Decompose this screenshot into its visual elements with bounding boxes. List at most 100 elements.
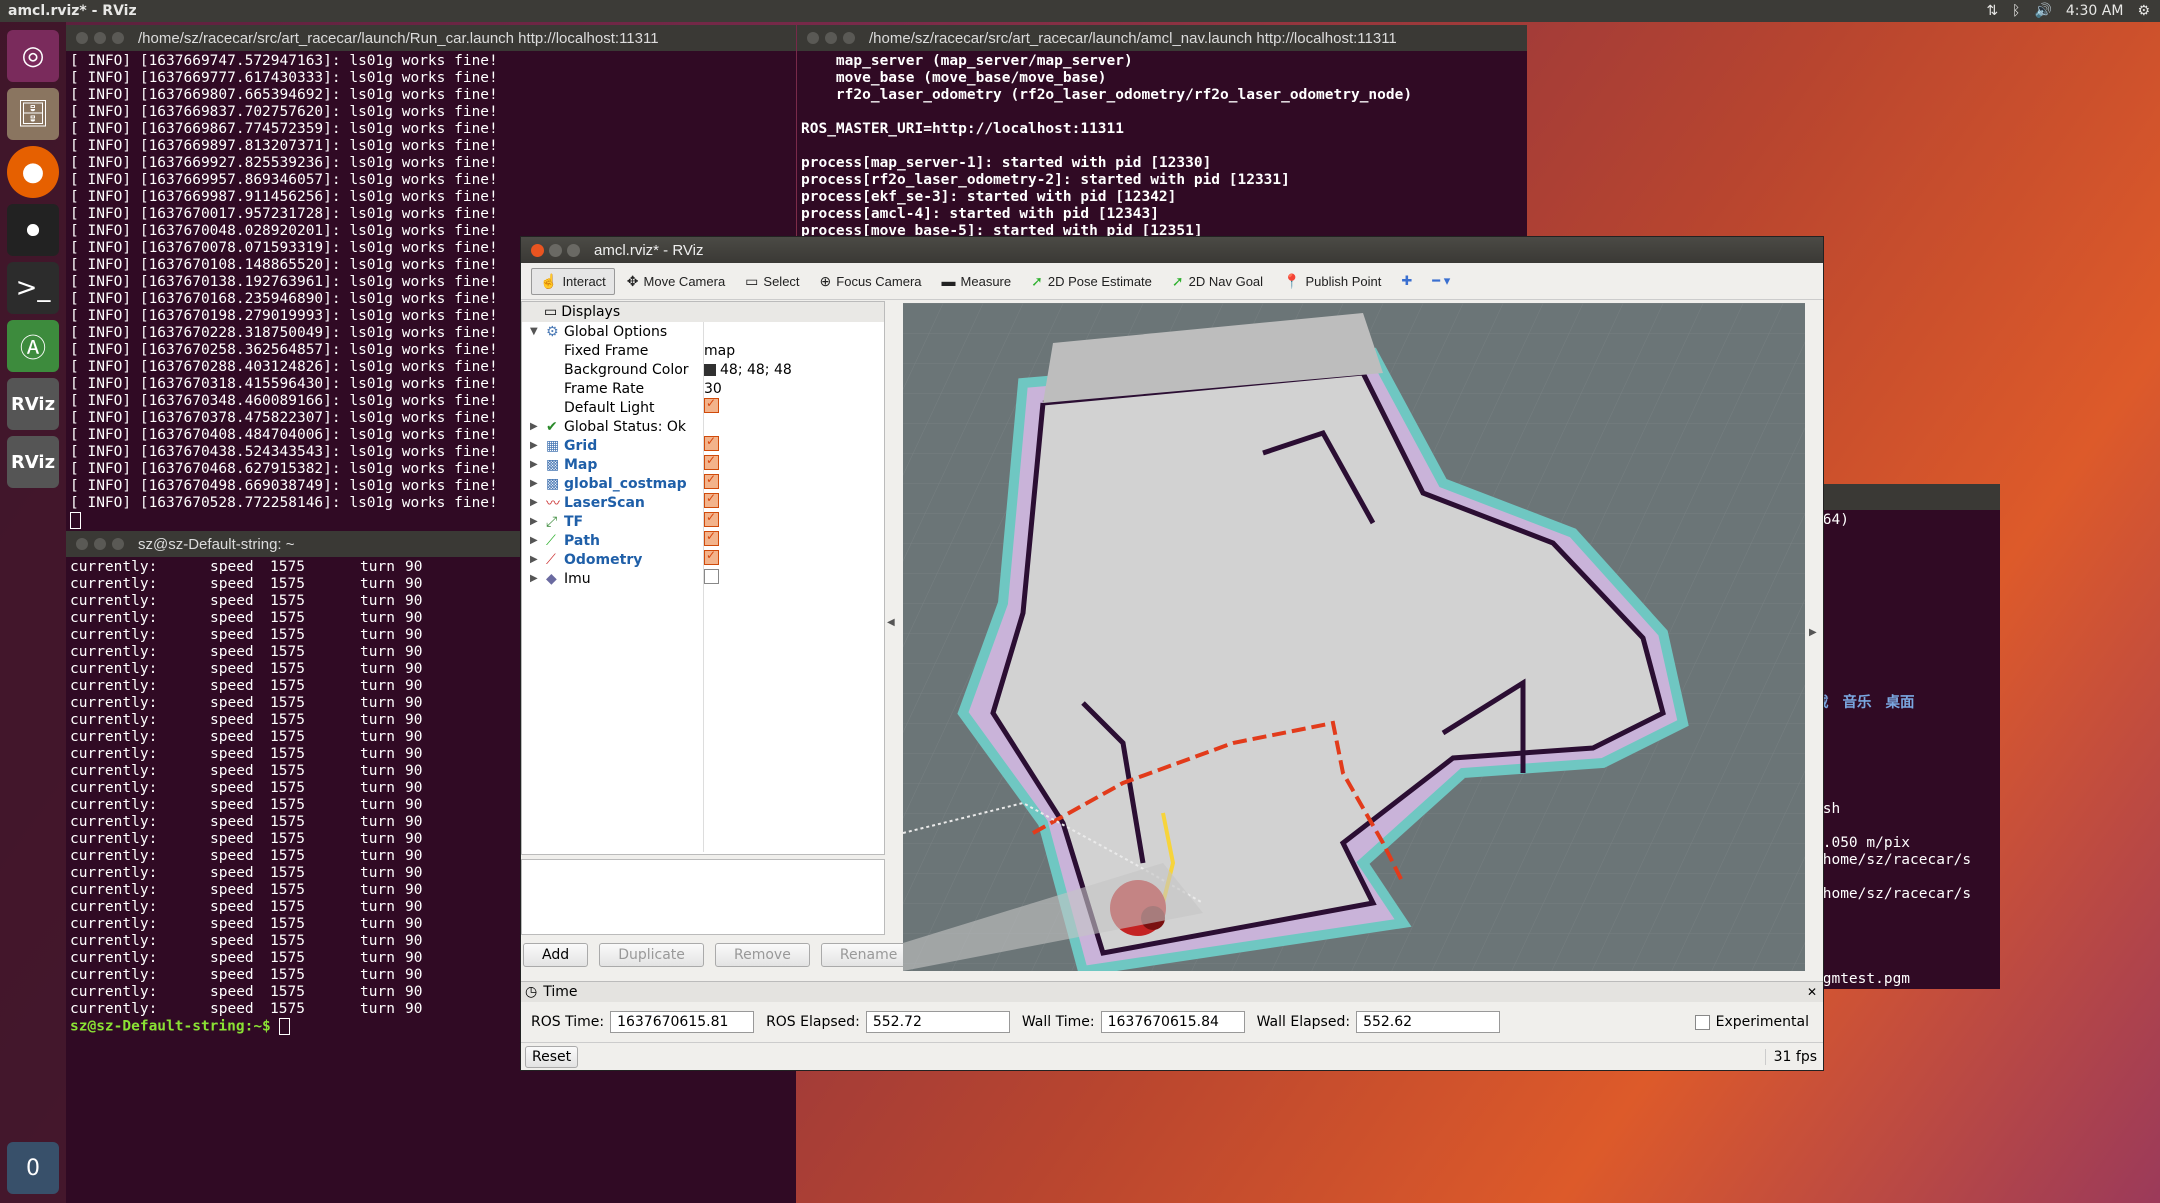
enable-checkbox[interactable] bbox=[704, 491, 719, 508]
maximize-icon[interactable] bbox=[112, 32, 124, 44]
cursor-icon: ☝ bbox=[540, 272, 558, 289]
turn-value: 90 bbox=[405, 610, 423, 626]
speed-label: speed bbox=[210, 763, 254, 779]
turn-label: turn bbox=[360, 729, 395, 745]
map-render[interactable] bbox=[903, 303, 1805, 971]
close-panel-icon[interactable]: ✕ bbox=[1807, 985, 1817, 999]
maximize-icon[interactable] bbox=[112, 538, 124, 550]
enable-checkbox[interactable] bbox=[704, 529, 719, 546]
wall-elapsed-field[interactable]: 552.62 bbox=[1356, 1011, 1501, 1033]
chevron-right-icon[interactable]: ▶ bbox=[530, 478, 538, 489]
files-icon[interactable]: 🗄 bbox=[7, 88, 59, 140]
chevron-right-icon[interactable]: ▶ bbox=[530, 573, 538, 584]
background-color-value[interactable]: 48; 48; 48 bbox=[704, 362, 792, 378]
default-light-checkbox[interactable] bbox=[704, 396, 719, 413]
tool-move-camera[interactable]: ✥ Move Camera bbox=[619, 269, 733, 294]
tool-interact[interactable]: ☝ Interact bbox=[531, 267, 615, 295]
terminal-icon[interactable]: >_ bbox=[7, 262, 59, 314]
turn-label: turn bbox=[360, 780, 395, 796]
tool-publish-point[interactable]: 📍 Publish Point bbox=[1275, 269, 1389, 294]
minimize-icon[interactable] bbox=[549, 243, 562, 257]
minimize-icon[interactable] bbox=[94, 32, 106, 44]
minimize-icon[interactable] bbox=[825, 32, 837, 44]
tool-measure[interactable]: ▬ Measure bbox=[934, 269, 1020, 293]
rviz-icon[interactable]: RViz bbox=[7, 436, 59, 488]
turn-value: 90 bbox=[405, 1001, 423, 1017]
wall-time-field[interactable]: 1637670615.84 bbox=[1100, 1011, 1245, 1033]
active-window-title: amcl.rviz* - RViz bbox=[8, 3, 137, 19]
maximize-icon[interactable] bbox=[567, 243, 580, 257]
remove-display-button[interactable]: Remove bbox=[715, 943, 810, 967]
add-tool-icon[interactable]: ✚ bbox=[1393, 269, 1420, 293]
terminal-titlebar[interactable] bbox=[1810, 484, 2000, 510]
enable-checkbox[interactable] bbox=[704, 453, 719, 470]
terminal-titlebar[interactable]: /home/sz/racecar/src/art_racecar/launch/… bbox=[797, 25, 1527, 51]
add-display-button[interactable]: Add bbox=[523, 943, 589, 967]
chevron-right-icon[interactable]: ▶ bbox=[530, 516, 538, 527]
tool-focus-camera[interactable]: ⊕ Focus Camera bbox=[812, 269, 930, 294]
global-status-label: Global Status: Ok bbox=[564, 418, 687, 435]
turn-label: turn bbox=[360, 899, 395, 915]
chevron-right-icon[interactable]: ▶ bbox=[530, 554, 538, 565]
chevron-right-icon[interactable]: ▶ bbox=[530, 535, 538, 546]
gear-icon[interactable]: ⚙ bbox=[2137, 3, 2150, 19]
tool-2d-nav-goal[interactable]: ➚ 2D Nav Goal bbox=[1164, 269, 1271, 294]
turn-label: turn bbox=[360, 610, 395, 626]
experimental-option[interactable]: Experimental bbox=[1694, 1014, 1809, 1030]
enable-checkbox[interactable] bbox=[704, 569, 719, 584]
chevron-right-icon[interactable]: ▶ bbox=[530, 440, 538, 451]
folder-name[interactable]: 音乐 bbox=[1843, 695, 1872, 712]
close-icon[interactable] bbox=[76, 32, 88, 44]
duplicate-display-button[interactable]: Duplicate bbox=[599, 943, 704, 967]
speed-value: 1575 bbox=[270, 763, 305, 779]
close-icon[interactable] bbox=[807, 32, 819, 44]
frame-rate-value[interactable]: 30 bbox=[704, 381, 722, 397]
status-label: currently: bbox=[70, 678, 158, 694]
terminal-background[interactable]: _64) .sh 0.050 m/pix/home/sz/racecar/s/hom… bbox=[1810, 484, 2000, 989]
remove-tool-icon[interactable]: ━ ▾ bbox=[1424, 269, 1458, 293]
close-icon[interactable] bbox=[76, 538, 88, 550]
clock[interactable]: 4:30 AM bbox=[2066, 3, 2124, 19]
ubuntu-logo-icon[interactable]: ◎ bbox=[7, 30, 59, 82]
fixed-frame-value[interactable]: map bbox=[704, 343, 735, 359]
terminal-titlebar[interactable]: /home/sz/racecar/src/art_racecar/launch/… bbox=[66, 25, 796, 51]
enable-checkbox[interactable] bbox=[704, 434, 719, 451]
chevron-right-icon[interactable]: ▶ bbox=[530, 421, 538, 432]
ros-time-label: ROS Time: bbox=[531, 1014, 605, 1030]
enable-checkbox[interactable] bbox=[704, 472, 719, 489]
firefox-icon[interactable]: ● bbox=[7, 146, 59, 198]
tool-select[interactable]: ▭ Select bbox=[737, 269, 807, 294]
rviz-window[interactable]: amcl.rviz* - RViz ☝ Interact ✥ Move Camera ▭… bbox=[520, 236, 1824, 1071]
enable-checkbox[interactable] bbox=[704, 510, 719, 527]
tool-2d-pose-estimate[interactable]: ➚ 2D Pose Estimate bbox=[1023, 269, 1160, 294]
turn-value: 90 bbox=[405, 644, 423, 660]
minimize-icon[interactable] bbox=[94, 538, 106, 550]
tool-label: Move Camera bbox=[643, 273, 726, 289]
reset-button[interactable]: Reset bbox=[525, 1046, 579, 1068]
terminal-amcl-nav[interactable]: /home/sz/racecar/src/art_racecar/launch/… bbox=[797, 25, 1527, 240]
speed-label: speed bbox=[210, 610, 254, 626]
close-icon[interactable] bbox=[531, 243, 544, 257]
folder-name[interactable]: 桌面 bbox=[1886, 695, 1915, 712]
volume-icon[interactable]: 🔊 bbox=[2034, 3, 2051, 19]
ros-time-field[interactable]: 1637670615.81 bbox=[610, 1011, 755, 1033]
collapse-right-icon[interactable]: ▶ bbox=[1809, 627, 1817, 638]
experimental-checkbox[interactable] bbox=[1694, 1014, 1710, 1030]
rviz-titlebar[interactable]: amcl.rviz* - RViz bbox=[521, 237, 1823, 263]
terminal-title: /home/sz/racecar/src/art_racecar/launch/… bbox=[869, 29, 1397, 47]
trash-icon[interactable]: 0 bbox=[7, 1142, 59, 1194]
chevron-down-icon[interactable]: ▼ bbox=[530, 326, 538, 337]
collapse-left-icon[interactable]: ◀ bbox=[887, 617, 895, 628]
3d-viewport[interactable] bbox=[903, 303, 1805, 971]
software-updater-icon[interactable]: Ⓐ bbox=[7, 320, 59, 372]
disks-icon[interactable]: ⏺ bbox=[7, 204, 59, 256]
rviz-icon[interactable]: RViz bbox=[7, 378, 59, 430]
chevron-right-icon[interactable]: ▶ bbox=[530, 459, 538, 470]
enable-checkbox[interactable] bbox=[704, 548, 719, 565]
network-icon[interactable]: ⇅ bbox=[1986, 3, 1998, 19]
chevron-right-icon[interactable]: ▶ bbox=[530, 497, 538, 508]
maximize-icon[interactable] bbox=[843, 32, 855, 44]
bluetooth-icon[interactable]: ᛒ bbox=[2012, 3, 2020, 19]
frame-rate-label: Frame Rate bbox=[564, 380, 645, 397]
ros-elapsed-field[interactable]: 552.72 bbox=[865, 1011, 1010, 1033]
